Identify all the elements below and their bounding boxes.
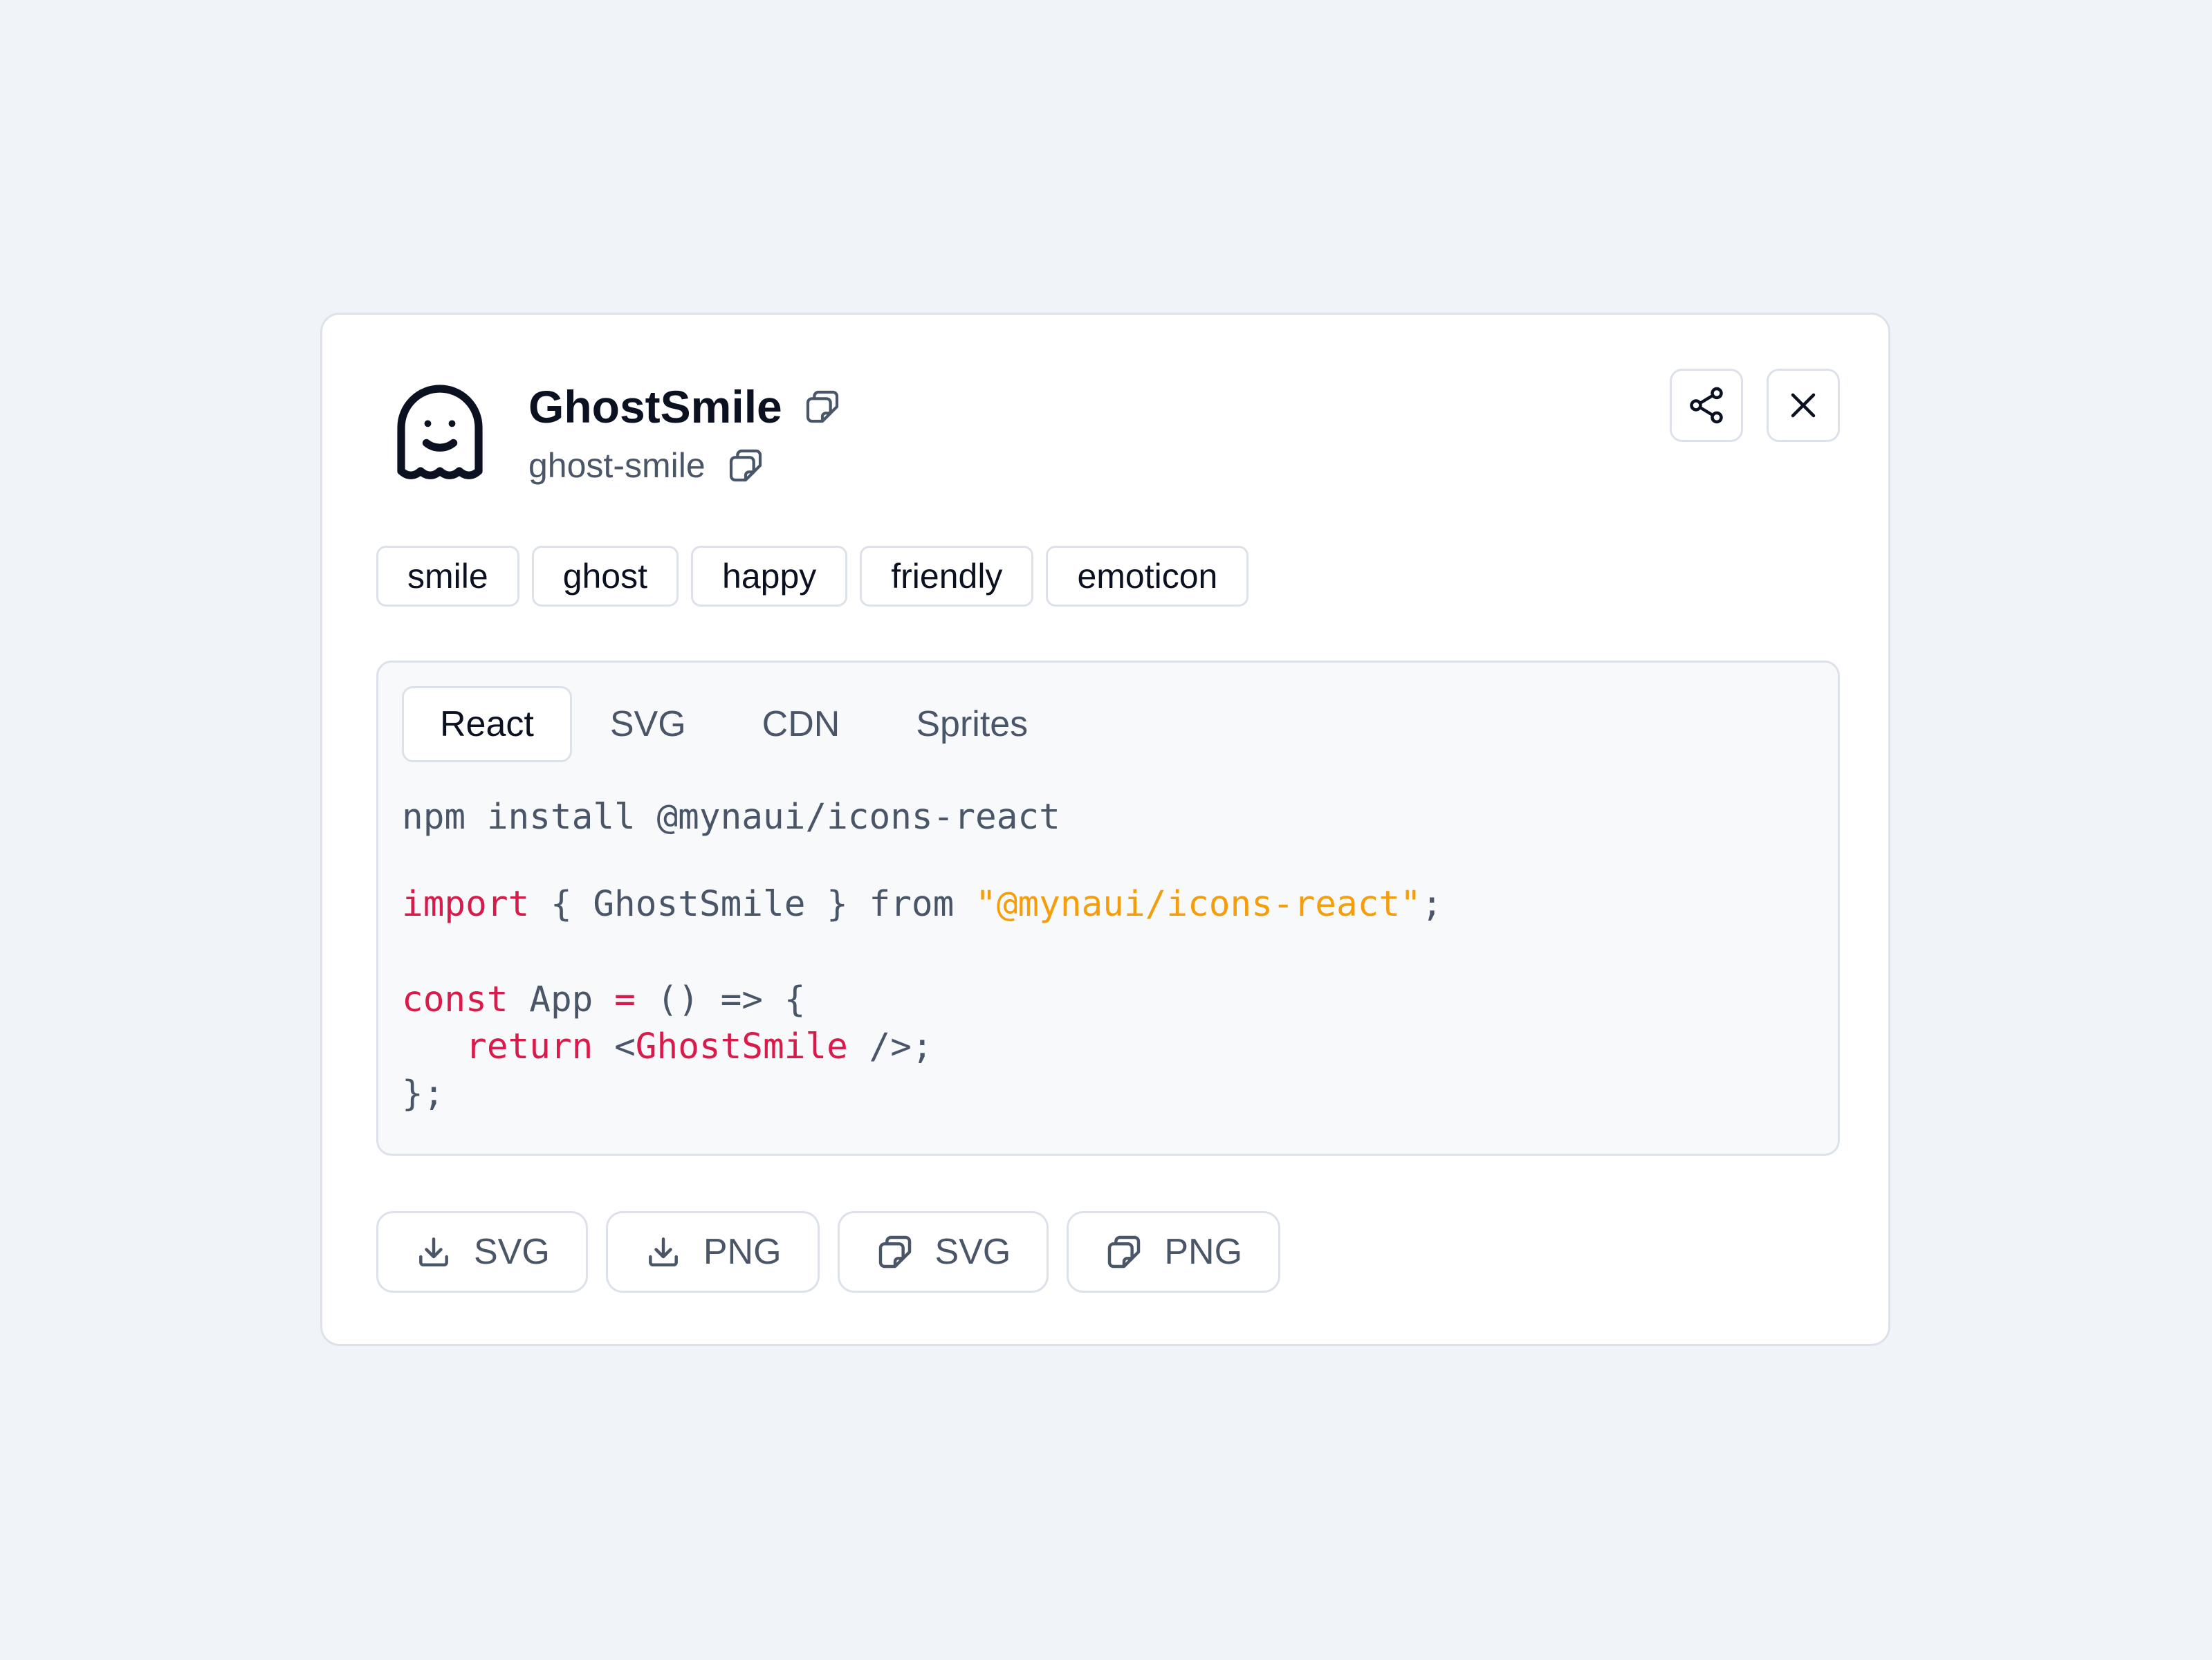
share-icon	[1690, 387, 1723, 424]
tag-chip[interactable]: ghost	[531, 546, 679, 607]
code-text: App	[508, 979, 615, 1020]
icon-title-row: GhostSmile	[528, 376, 842, 438]
icon-name: GhostSmile	[528, 381, 782, 432]
return-line: return <GhostSmile />;	[402, 1026, 933, 1067]
tag-chip[interactable]: friendly	[860, 546, 1034, 607]
tab-cdn[interactable]: CDN	[724, 686, 878, 762]
framework-tabs: React SVG CDN Sprites	[402, 686, 1066, 762]
closing-line: };	[402, 1073, 445, 1114]
action-label: PNG	[703, 1232, 782, 1272]
export-actions: SVG PNG SVG PNG	[376, 1211, 1281, 1293]
tab-sprites[interactable]: Sprites	[878, 686, 1066, 762]
tag-chip[interactable]: smile	[376, 546, 519, 607]
copy-png-button[interactable]: PNG	[1067, 1211, 1281, 1293]
action-label: SVG	[474, 1232, 550, 1272]
share-button[interactable]	[1670, 369, 1743, 442]
keyword: const	[402, 979, 508, 1020]
icon-detail-card: GhostSmile ghost-smile smile ghost happy…	[320, 313, 1890, 1346]
keyword: import	[402, 884, 530, 925]
code-text: ;	[1421, 884, 1443, 925]
copy-svg-button[interactable]: SVG	[837, 1211, 1049, 1293]
copy-icon[interactable]	[726, 446, 765, 485]
code-text: <	[593, 1026, 636, 1067]
download-icon	[648, 1237, 678, 1266]
code-panel: React SVG CDN Sprites npm install @mynau…	[376, 661, 1840, 1156]
keyword: return	[466, 1026, 593, 1067]
ghost-smile-icon	[397, 385, 483, 479]
close-button[interactable]	[1767, 369, 1840, 442]
tag-chip[interactable]: happy	[691, 546, 848, 607]
code-block: npm install @mynaui/icons-react import {…	[402, 797, 1443, 1114]
install-command: npm install @mynaui/icons-react	[402, 797, 1060, 838]
code-text: { GhostSmile } from	[529, 884, 976, 925]
copy-icon	[1108, 1235, 1141, 1269]
code-text: () => {	[635, 979, 806, 1020]
action-label: SVG	[934, 1232, 1011, 1272]
icon-slug-row: ghost-smile	[528, 438, 765, 493]
download-icon	[419, 1237, 448, 1266]
import-line: import { GhostSmile } from "@mynaui/icon…	[402, 884, 1443, 925]
tag-chip[interactable]: emoticon	[1046, 546, 1249, 607]
action-label: PNG	[1164, 1232, 1243, 1272]
const-line: const App = () => {	[402, 979, 805, 1020]
icon-slug: ghost-smile	[528, 446, 706, 485]
download-svg-button[interactable]: SVG	[376, 1211, 588, 1293]
copy-icon	[878, 1235, 911, 1269]
copy-icon[interactable]	[803, 387, 842, 426]
tab-svg[interactable]: SVG	[572, 686, 724, 762]
operator: =	[614, 979, 636, 1020]
code-text: />;	[847, 1026, 933, 1067]
tag-list: smile ghost happy friendly emoticon	[376, 546, 1249, 607]
string-literal: "@mynaui/icons-react"	[975, 884, 1421, 925]
close-icon	[1791, 393, 1816, 418]
download-png-button[interactable]: PNG	[605, 1211, 820, 1293]
tab-react[interactable]: React	[402, 686, 572, 762]
jsx-component: GhostSmile	[635, 1026, 848, 1067]
